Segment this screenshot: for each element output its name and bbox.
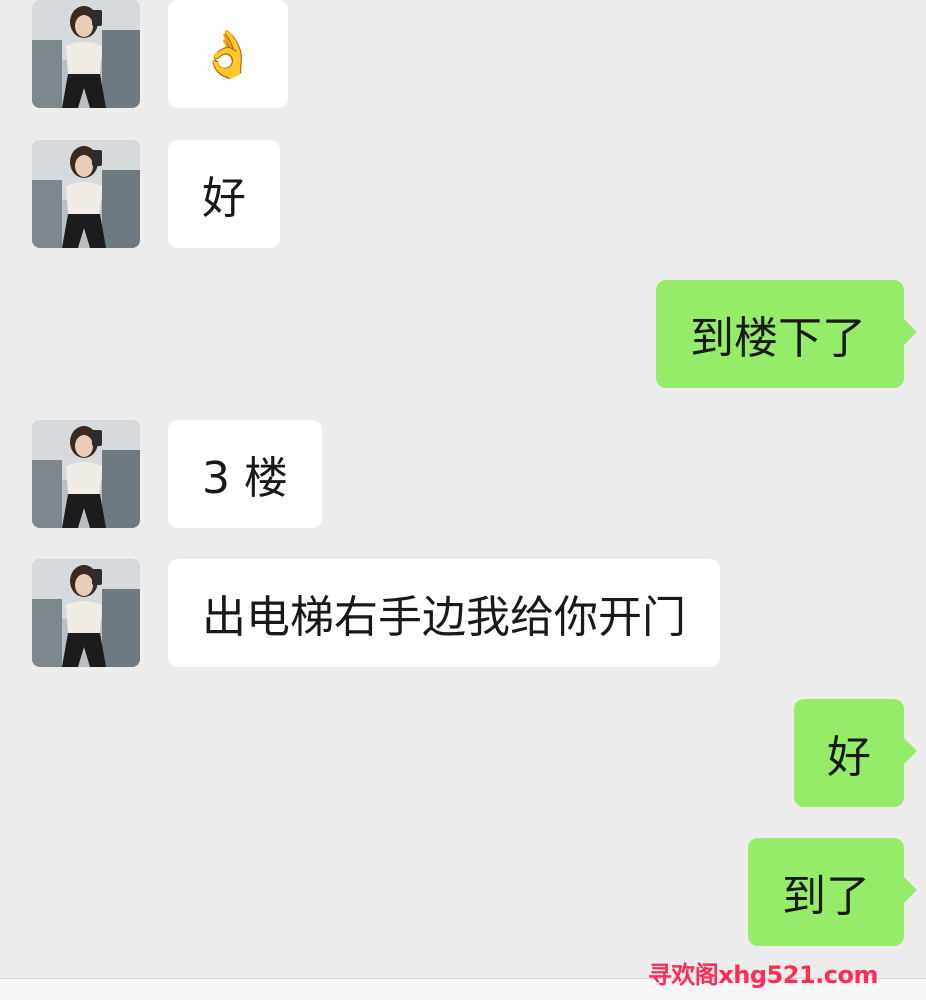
message-bubble[interactable]: 到了 [748,838,917,946]
ok-hand-emoji: 👌 [199,27,257,81]
contact-avatar[interactable] [32,420,140,528]
message-text: 好 [202,173,246,224]
message-bubble[interactable]: 好 [168,140,280,248]
message-bubble[interactable]: 👌 [168,0,288,108]
message-text: 到了 [782,871,870,922]
message-text: 3 楼 [202,453,288,504]
contact-avatar-photo [32,420,140,528]
message-bubble[interactable]: 到楼下了 [656,280,917,388]
watermark: 寻欢阁xhg521.com [647,961,879,989]
message-text: 好 [827,732,871,783]
chat-view: 👌 好 到楼下了 3 楼 出电梯右手边我给你开门 好 到了 寻欢阁xhg521.… [0,0,926,1000]
message-bubble[interactable]: 好 [794,699,917,807]
message-bubble[interactable]: 出电梯右手边我给你开门 [168,559,720,667]
message-text: 出电梯右手边我给你开门 [202,592,686,643]
contact-avatar[interactable] [32,0,140,108]
message-text: 到楼下了 [690,313,866,364]
contact-avatar-photo [32,0,140,108]
contact-avatar-photo [32,140,140,248]
contact-avatar-photo [32,559,140,667]
contact-avatar[interactable] [32,140,140,248]
message-bubble[interactable]: 3 楼 [168,420,322,528]
contact-avatar[interactable] [32,559,140,667]
